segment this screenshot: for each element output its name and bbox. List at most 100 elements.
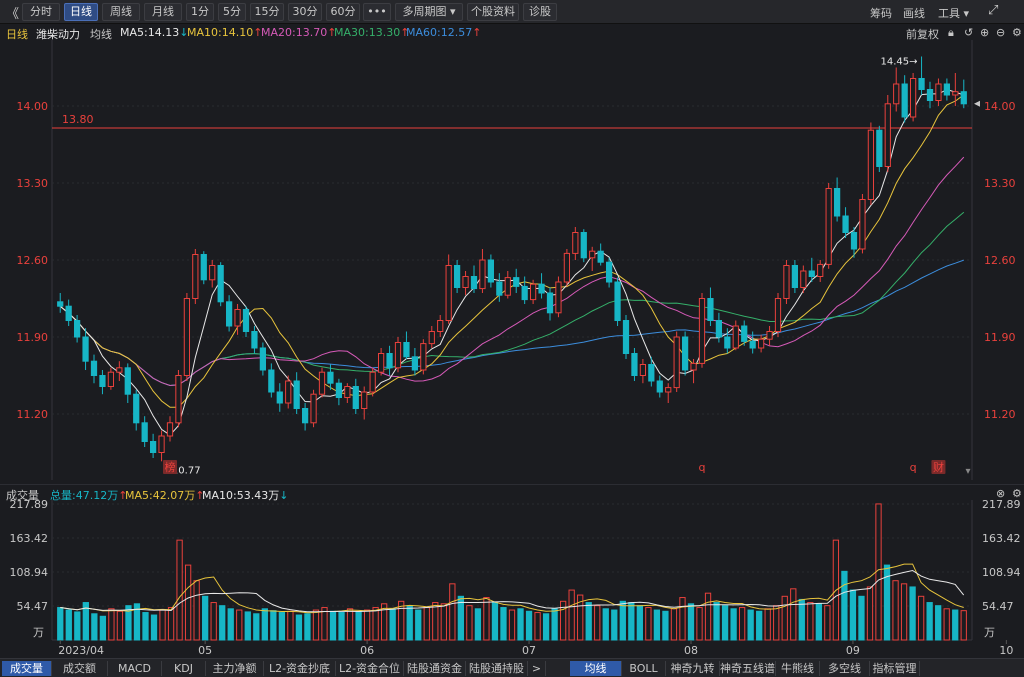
candle-body[interactable] [741, 325, 748, 342]
volume-bar[interactable] [730, 608, 737, 641]
candle-body[interactable] [361, 391, 368, 409]
candle-body[interactable] [394, 342, 402, 369]
candle-body[interactable] [698, 298, 706, 364]
volume-bar[interactable] [926, 602, 933, 641]
candle-body[interactable] [909, 78, 917, 118]
candle-body[interactable] [470, 276, 478, 290]
candle-body[interactable] [639, 364, 647, 376]
volume-bar[interactable] [108, 608, 115, 641]
chip-button[interactable]: 筹码 [870, 5, 892, 21]
candle-body[interactable] [529, 283, 537, 301]
settings-icon[interactable]: ⚙ [1012, 487, 1022, 500]
volume-bar[interactable] [696, 607, 703, 641]
candle-body[interactable] [732, 325, 739, 349]
candle-body[interactable] [504, 277, 511, 296]
volume-bar[interactable] [704, 592, 712, 641]
volume-bar[interactable] [679, 597, 686, 641]
draw-line-button[interactable]: 画线 [903, 5, 925, 21]
volume-bar[interactable] [91, 613, 98, 641]
tab-30min[interactable]: 30分 [288, 3, 322, 21]
candle-body[interactable] [377, 353, 385, 373]
candle-body[interactable] [563, 252, 571, 283]
settings-icon[interactable]: ⚙ [1012, 26, 1022, 39]
volume-bar[interactable] [99, 615, 107, 641]
volume-bar[interactable] [74, 611, 81, 641]
volume-bar[interactable] [236, 609, 243, 641]
volume-bar[interactable] [909, 586, 916, 641]
candle-body[interactable] [555, 281, 562, 314]
volume-bar[interactable] [287, 610, 294, 641]
volume-bar[interactable] [423, 607, 430, 641]
indicator-tab[interactable]: 陆股通资金 [404, 661, 466, 676]
tab-weekly[interactable]: 周线 [102, 3, 140, 21]
candle-body[interactable] [57, 301, 64, 307]
volume-bar[interactable] [167, 607, 175, 641]
tab-daily[interactable]: 日线 [64, 3, 98, 21]
candle-body[interactable] [301, 408, 309, 424]
stock-info-button[interactable]: 个股资料 [467, 3, 519, 21]
candle-body[interactable] [453, 265, 461, 288]
volume-bar[interactable] [824, 605, 831, 641]
volume-bar[interactable] [713, 602, 720, 641]
volume-bar[interactable] [346, 608, 354, 641]
candle-body[interactable] [133, 393, 140, 424]
candle-body[interactable] [622, 320, 630, 354]
indicator-tab[interactable]: 陆股通持股 [466, 661, 528, 676]
volume-bar[interactable] [892, 580, 899, 641]
candle-body[interactable] [605, 261, 613, 283]
volume-bar[interactable] [875, 503, 882, 641]
candle-body[interactable] [876, 129, 883, 167]
volume-bar[interactable] [935, 605, 942, 641]
candle-body[interactable] [715, 320, 723, 338]
tab-60min[interactable]: 60分 [326, 3, 360, 21]
volume-bar[interactable] [329, 610, 337, 641]
volume-bar[interactable] [508, 609, 516, 641]
volume-bar[interactable] [952, 609, 959, 641]
volume-bar[interactable] [116, 610, 124, 641]
candle-body[interactable] [124, 367, 131, 395]
candle-body[interactable] [665, 387, 672, 393]
candle-body[interactable] [175, 375, 182, 424]
indicator-tab[interactable]: 神奇九转 [666, 661, 720, 676]
indicator-tab[interactable]: 牛熊线 [776, 661, 820, 676]
volume-bar[interactable] [295, 614, 303, 641]
volume-bar[interactable] [525, 610, 533, 641]
volume-bar[interactable] [406, 605, 413, 641]
candle-body[interactable] [825, 188, 832, 265]
zoom-in-icon[interactable]: ⊕ [980, 26, 989, 39]
volume-bar[interactable] [227, 608, 234, 641]
candle-body[interactable] [867, 129, 875, 200]
indicator-tab[interactable]: 均线 [570, 661, 622, 676]
volume-bar[interactable] [849, 589, 857, 641]
volume-bar[interactable] [142, 612, 149, 641]
volume-bar[interactable] [858, 595, 865, 641]
candle-body[interactable] [808, 270, 815, 277]
volume-bar[interactable] [585, 602, 592, 641]
indicator-tab[interactable]: MACD [108, 661, 162, 676]
candle-body[interactable] [82, 336, 89, 362]
volume-bar[interactable] [244, 611, 251, 641]
volume-bar[interactable] [184, 564, 192, 641]
volume-bar[interactable] [372, 607, 379, 641]
candle-body[interactable] [580, 232, 587, 259]
volume-bar[interactable] [687, 603, 695, 641]
candle-body[interactable] [757, 338, 765, 349]
volume-bar[interactable] [483, 597, 490, 641]
volume-bar[interactable] [611, 609, 618, 641]
volume-bar[interactable] [440, 603, 447, 641]
candle-body[interactable] [918, 78, 925, 90]
volume-bar[interactable] [602, 608, 609, 641]
candle-body[interactable] [656, 380, 663, 393]
volume-bar[interactable] [466, 605, 473, 641]
volume-bar[interactable] [628, 602, 635, 641]
volume-bar[interactable] [57, 607, 64, 641]
undo-icon[interactable]: ↺ [964, 26, 973, 39]
volume-bar[interactable] [747, 609, 754, 641]
volume-bar[interactable] [159, 609, 166, 641]
volume-bar[interactable] [807, 602, 814, 641]
candle-body[interactable] [800, 270, 807, 288]
candle-body[interactable] [724, 336, 731, 349]
volume-bar[interactable] [432, 602, 439, 641]
candle-body[interactable] [901, 83, 908, 118]
candle-body[interactable] [437, 320, 444, 332]
